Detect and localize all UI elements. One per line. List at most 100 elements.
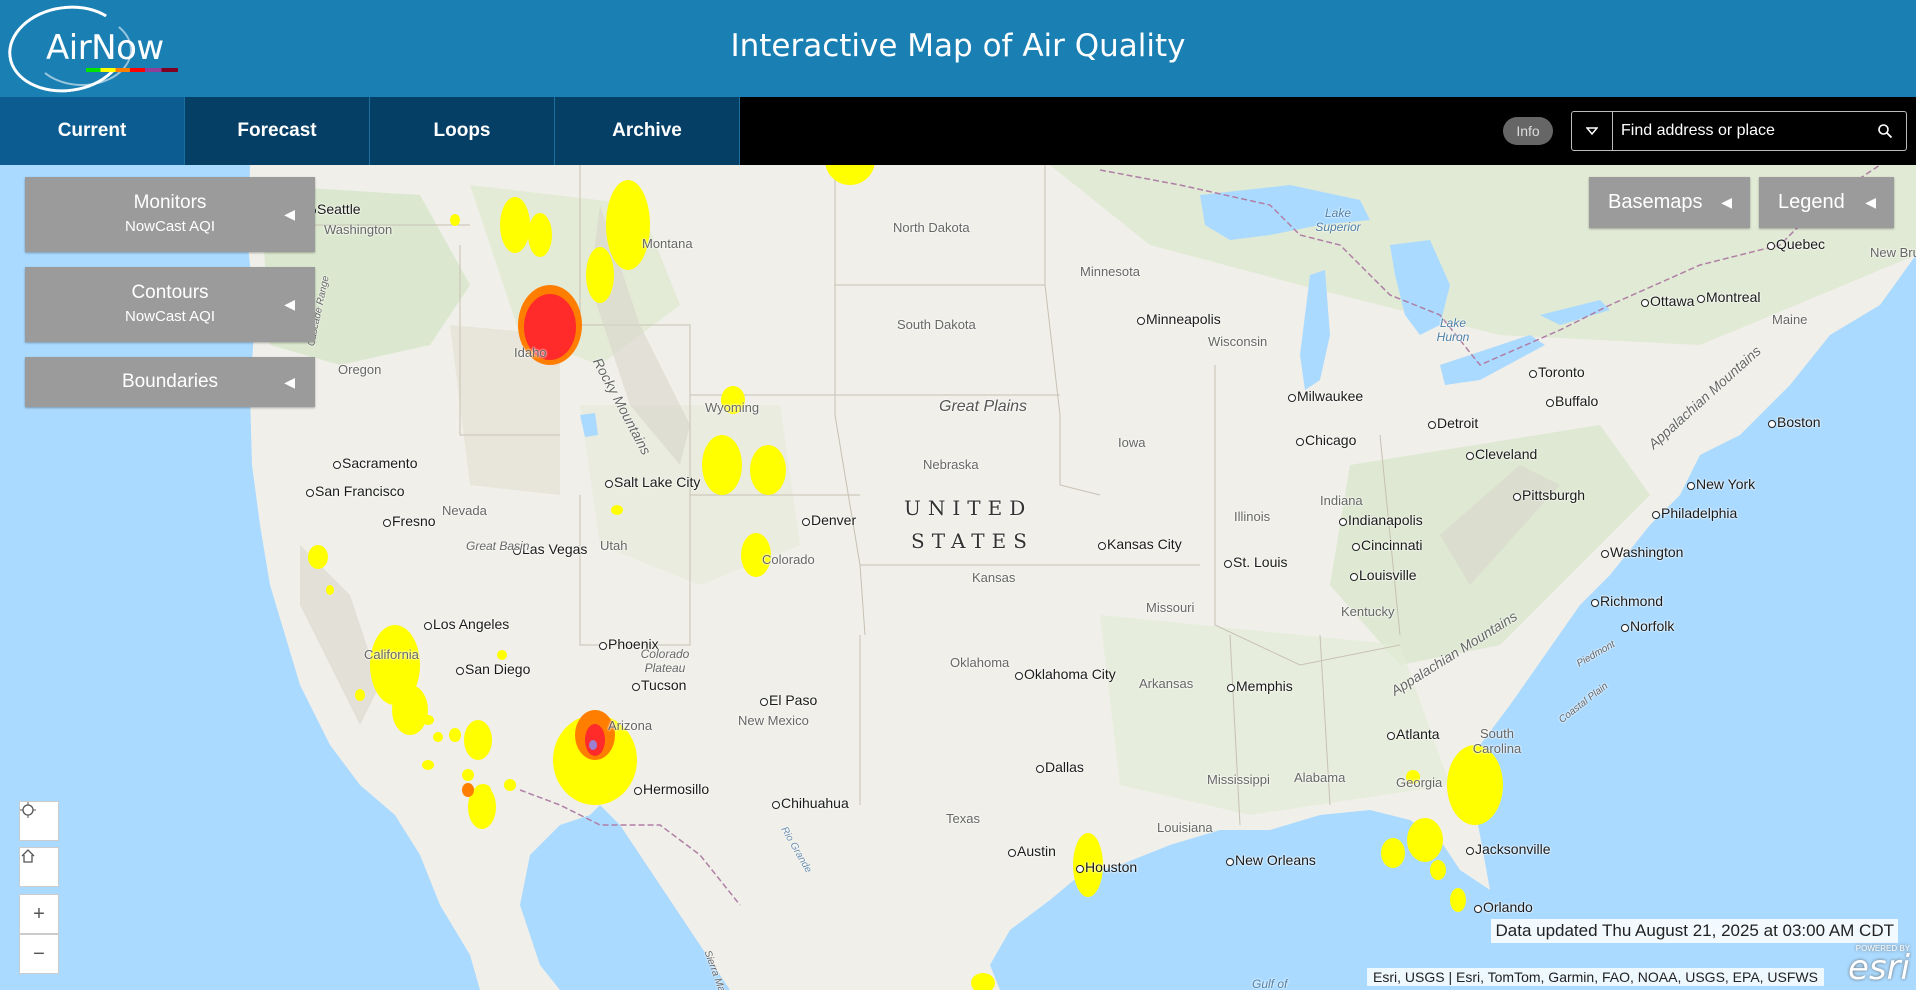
monitors-panel[interactable]: Monitors NowCast AQI ◀ bbox=[25, 177, 315, 252]
city-label: Houston bbox=[1075, 859, 1138, 875]
country-label: UNITED bbox=[904, 496, 1033, 520]
state-label: South Carolina bbox=[1472, 726, 1522, 756]
state-label: Missouri bbox=[1146, 600, 1195, 615]
city-label: Washington bbox=[1600, 544, 1684, 560]
chevron-down-icon bbox=[1586, 127, 1598, 135]
legend-label: Legend bbox=[1778, 191, 1845, 213]
state-label: Illinois bbox=[1234, 509, 1271, 524]
state-label: Kentucky bbox=[1341, 604, 1395, 619]
city-label: Philadelphia bbox=[1651, 505, 1738, 521]
city-label: Indianapolis bbox=[1339, 512, 1423, 528]
search-button[interactable] bbox=[1870, 112, 1900, 150]
home-icon bbox=[21, 849, 35, 863]
monitors-title: Monitors bbox=[133, 192, 207, 213]
tab-forecast[interactable]: Forecast bbox=[185, 97, 370, 165]
search-input[interactable] bbox=[1621, 112, 1861, 150]
city-label: Richmond bbox=[1590, 593, 1664, 609]
state-label: Kansas bbox=[972, 570, 1016, 585]
country-label: STATES bbox=[911, 529, 1034, 553]
city-label: Pittsburgh bbox=[1512, 487, 1586, 503]
state-label: Montana bbox=[642, 236, 693, 251]
search-source-dropdown[interactable] bbox=[1572, 112, 1613, 150]
home-button[interactable] bbox=[19, 847, 59, 887]
aqi-very-unhealthy-spot bbox=[589, 740, 597, 750]
state-label: Arkansas bbox=[1139, 676, 1194, 691]
map-attribution: Esri, USGS | Esri, TomTom, Garmin, FAO, … bbox=[1367, 968, 1824, 986]
water-label: Gulf of bbox=[1252, 977, 1288, 990]
state-label: Minnesota bbox=[1080, 264, 1140, 279]
city-label: Boston bbox=[1768, 414, 1821, 430]
state-label: Georgia bbox=[1396, 775, 1443, 790]
search-icon bbox=[1878, 124, 1893, 139]
city-label: El Paso bbox=[759, 692, 818, 708]
state-label: New Mexico bbox=[738, 713, 809, 728]
city-label: Dallas bbox=[1036, 759, 1084, 775]
state-label: Utah bbox=[600, 538, 628, 553]
city-label: Salt Lake City bbox=[604, 474, 701, 490]
city-label: Fresno bbox=[383, 513, 436, 529]
state-label: Colorado bbox=[762, 552, 815, 567]
city-label: St. Louis bbox=[1223, 554, 1288, 570]
city-label: Detroit bbox=[1427, 415, 1479, 431]
page-title: Interactive Map of Air Quality bbox=[730, 28, 1186, 64]
state-label: New Brunswick bbox=[1870, 245, 1916, 260]
boundaries-panel[interactable]: Boundaries ◀ bbox=[25, 357, 315, 407]
city-label: Quebec bbox=[1766, 236, 1826, 252]
lake-label: Lake Superior bbox=[1315, 206, 1361, 234]
city-label: Orlando bbox=[1474, 899, 1533, 915]
city-label: Austin bbox=[1008, 843, 1056, 859]
city-label: Louisville bbox=[1350, 567, 1417, 583]
city-label: Memphis bbox=[1227, 678, 1293, 694]
state-label: Nebraska bbox=[923, 457, 979, 472]
locate-button[interactable] bbox=[19, 801, 59, 841]
tab-loops[interactable]: Loops bbox=[370, 97, 555, 165]
state-label: Texas bbox=[946, 811, 980, 826]
collapse-arrow-icon: ◀ bbox=[284, 206, 295, 222]
state-label: Wisconsin bbox=[1208, 334, 1268, 349]
city-label: Chihuahua bbox=[772, 795, 849, 811]
city-label: Kansas City bbox=[1098, 536, 1182, 552]
state-label: Louisiana bbox=[1157, 820, 1213, 835]
contours-subtitle: NowCast AQI bbox=[124, 308, 216, 325]
state-label: Arizona bbox=[608, 718, 653, 733]
state-label: Wyoming bbox=[705, 400, 760, 415]
city-label: Montreal bbox=[1696, 289, 1761, 305]
state-label: Alabama bbox=[1294, 770, 1346, 785]
contours-panel[interactable]: Contours NowCast AQI ◀ bbox=[25, 267, 315, 342]
basemaps-button[interactable]: Basemaps ◀ bbox=[1589, 177, 1750, 228]
info-button[interactable]: Info bbox=[1503, 117, 1553, 145]
city-label: Ottawa bbox=[1640, 293, 1695, 309]
data-updated-text: Data updated Thu August 21, 2025 at 03:0… bbox=[1491, 919, 1898, 943]
state-label: North Dakota bbox=[893, 220, 970, 235]
city-label: Los Angeles bbox=[423, 616, 510, 632]
zoom-in-button[interactable]: + bbox=[19, 894, 59, 934]
state-label: Oregon bbox=[338, 362, 382, 377]
collapse-arrow-icon: ◀ bbox=[1721, 194, 1732, 210]
state-label: Nevada bbox=[442, 503, 487, 518]
collapse-arrow-icon: ◀ bbox=[1865, 194, 1876, 210]
contours-title: Contours bbox=[131, 282, 209, 303]
map-view[interactable]: Seattle Sacramento San Francisco Fresno … bbox=[0, 165, 1916, 990]
esri-logo: POWERED BY esri bbox=[1834, 944, 1910, 988]
zoom-out-button[interactable]: − bbox=[19, 934, 59, 974]
city-label: San Diego bbox=[455, 661, 531, 677]
city-label: Cincinnati bbox=[1351, 537, 1423, 553]
city-label: Buffalo bbox=[1545, 393, 1599, 409]
monitors-subtitle: NowCast AQI bbox=[124, 218, 216, 235]
city-label: Atlanta bbox=[1387, 726, 1440, 742]
tab-current[interactable]: Current bbox=[0, 97, 185, 165]
city-label: Milwaukee bbox=[1287, 388, 1364, 404]
legend-button[interactable]: Legend ◀ bbox=[1759, 177, 1894, 228]
tab-archive[interactable]: Archive bbox=[555, 97, 740, 165]
state-label: Oklahoma bbox=[950, 655, 1010, 670]
region-label: Great Basin bbox=[466, 539, 530, 553]
region-label: Great Plains bbox=[939, 398, 1028, 415]
state-label: Indiana bbox=[1320, 493, 1363, 508]
city-label: San Francisco bbox=[305, 483, 405, 499]
esri-wordmark: esri bbox=[1847, 948, 1910, 988]
state-label: Idaho bbox=[514, 345, 547, 360]
collapse-arrow-icon: ◀ bbox=[284, 374, 295, 390]
city-label: Minneapolis bbox=[1137, 311, 1221, 327]
locate-icon bbox=[20, 802, 36, 818]
app-header: AirNow Interactive Map of Air Quality bbox=[0, 0, 1916, 100]
